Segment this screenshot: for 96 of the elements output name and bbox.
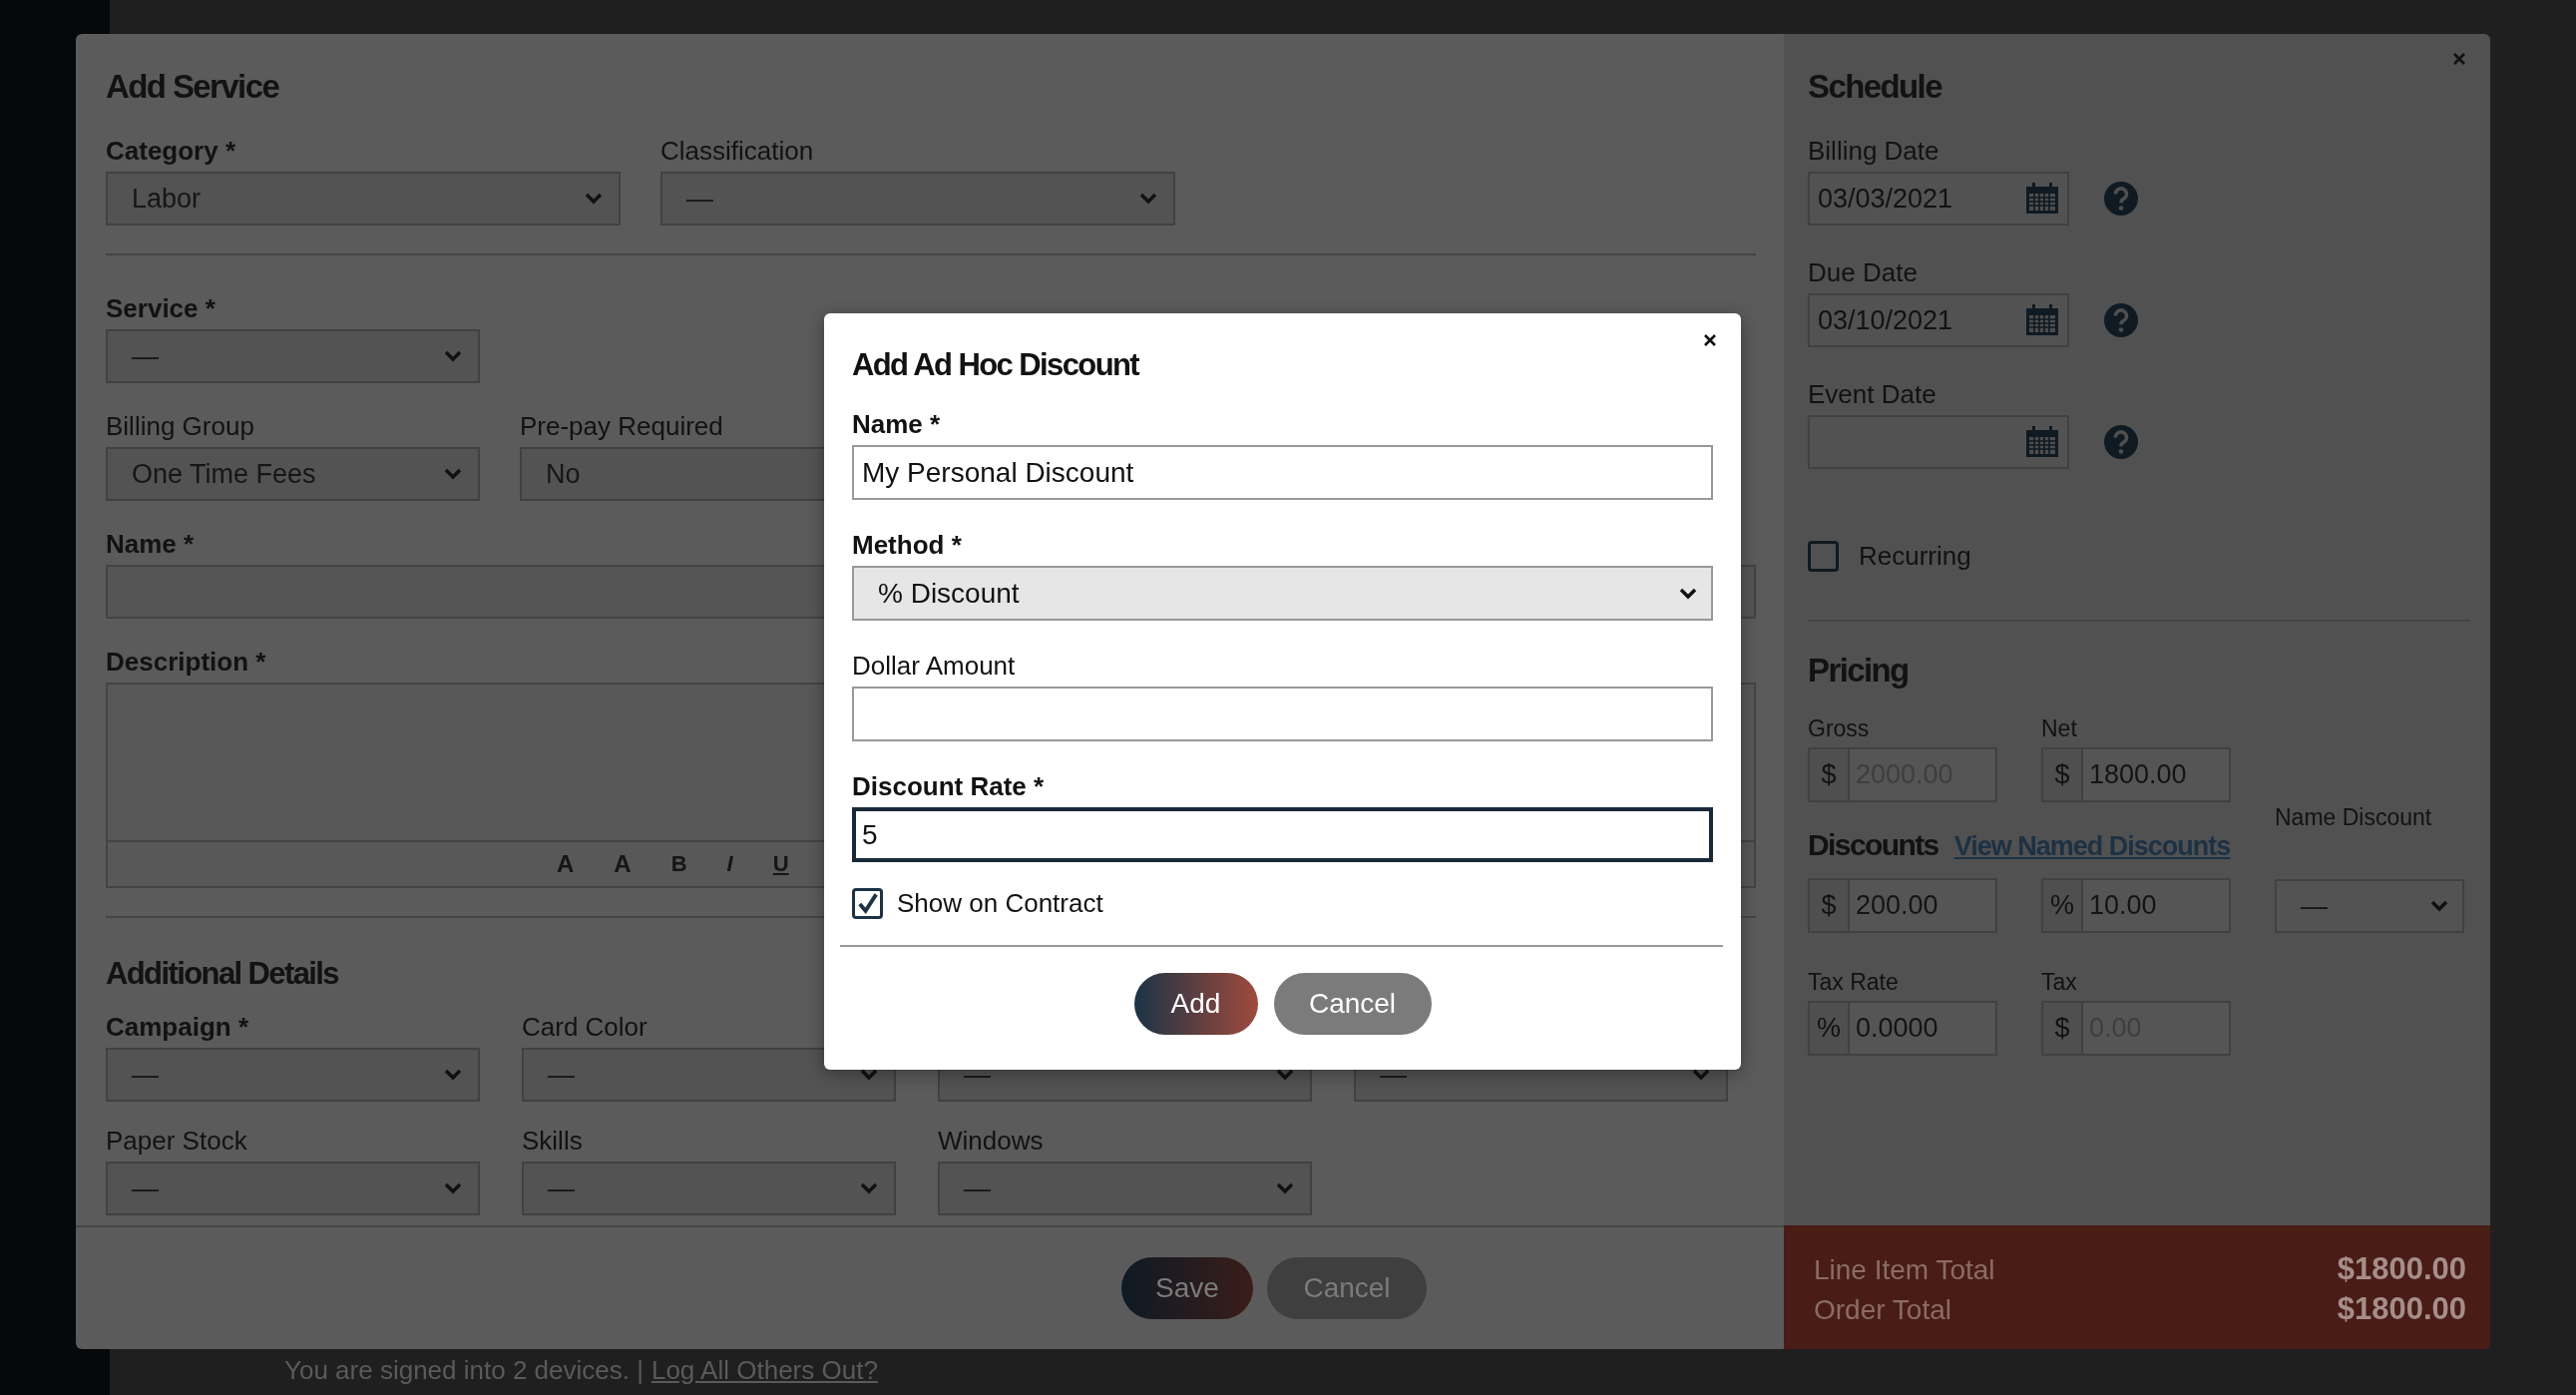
- chevron-down-icon: [444, 350, 462, 362]
- cancel-button[interactable]: Cancel: [1273, 973, 1432, 1035]
- help-icon[interactable]: [2103, 424, 2139, 460]
- calendar-icon[interactable]: [2025, 304, 2059, 336]
- checkbox-label: Recurring: [1859, 541, 1971, 572]
- field-label: Category *: [106, 136, 236, 166]
- checkbox-label: Show on Contract: [897, 888, 1103, 919]
- dropdown[interactable]: —: [522, 1048, 896, 1102]
- checkbox[interactable]: [852, 888, 883, 919]
- section-heading: Additional Details: [106, 956, 338, 992]
- dropdown[interactable]: —: [660, 172, 1175, 226]
- field-label: Method *: [852, 530, 962, 560]
- unit-label: $: [2043, 1003, 2083, 1054]
- field-label: Service *: [106, 293, 215, 323]
- dropdown[interactable]: —: [2275, 879, 2464, 933]
- cancel-button[interactable]: Cancel: [1267, 1257, 1427, 1319]
- field-label: Discount Rate *: [852, 771, 1045, 801]
- log-out-others-link[interactable]: Log All Others Out?: [650, 1355, 878, 1386]
- total-value: $1800.00: [2337, 1251, 2466, 1287]
- text-input[interactable]: [852, 687, 1713, 741]
- dropdown[interactable]: —: [106, 329, 480, 383]
- unit-label: %: [2043, 880, 2083, 931]
- checkbox[interactable]: [1808, 541, 1839, 572]
- chevron-down-icon: [1276, 1182, 1294, 1194]
- field-label: Description *: [106, 647, 266, 677]
- field-label: Gross: [1808, 714, 1870, 743]
- field-label: Campaign *: [106, 1012, 249, 1042]
- font-size-button[interactable]: A: [557, 850, 575, 878]
- field-label: Billing Group: [106, 411, 254, 441]
- chevron-down-icon: [1139, 193, 1157, 205]
- field-label: Skills: [522, 1126, 583, 1156]
- bold-button[interactable]: B: [670, 851, 687, 877]
- field-label: Pre-pay Required: [520, 411, 723, 441]
- unit-label: $: [1810, 880, 1850, 931]
- unit-label: %: [1810, 1003, 1850, 1054]
- dropdown[interactable]: —: [522, 1162, 896, 1215]
- total-label: Order Total: [1814, 1294, 1951, 1326]
- chevron-down-icon: [860, 1069, 878, 1081]
- text-input[interactable]: 5: [852, 807, 1713, 862]
- dropdown[interactable]: % Discount: [852, 566, 1713, 621]
- field-label: Name *: [106, 529, 195, 559]
- section-heading: Pricing: [1808, 652, 1909, 690]
- save-button[interactable]: Save: [1121, 1257, 1253, 1319]
- field-label: Due Date: [1808, 257, 1918, 287]
- total-label: Line Item Total: [1814, 1254, 1995, 1286]
- chevron-down-icon: [585, 193, 603, 205]
- add-button[interactable]: Add: [1133, 973, 1258, 1035]
- help-icon[interactable]: [2103, 181, 2139, 217]
- date-field[interactable]: 03/10/2021: [1808, 293, 2069, 347]
- calendar-icon[interactable]: [2025, 426, 2059, 458]
- field-label: Net: [2041, 714, 2077, 743]
- date-field[interactable]: 03/03/2021: [1808, 172, 2069, 226]
- chevron-down-icon: [1276, 1069, 1294, 1081]
- field-label: Classification: [660, 136, 814, 166]
- field-label: Windows: [938, 1126, 1044, 1156]
- unit-label: $: [1810, 749, 1850, 800]
- chevron-down-icon: [1692, 1069, 1710, 1081]
- field-label: Tax: [2041, 968, 2077, 997]
- field-label: Name Discount: [2275, 803, 2432, 832]
- text-input[interactable]: My Personal Discount: [852, 445, 1713, 500]
- dropdown[interactable]: —: [106, 1162, 480, 1215]
- chevron-down-icon: [860, 1182, 878, 1194]
- amount-field[interactable]: % 0.0000: [1808, 1001, 1997, 1056]
- modal-title: Add Service: [106, 68, 279, 106]
- font-size-button[interactable]: A: [614, 850, 632, 878]
- chevron-down-icon: [444, 468, 462, 480]
- calendar-icon[interactable]: [2025, 183, 2059, 215]
- field-label: Paper Stock: [106, 1126, 247, 1156]
- dropdown[interactable]: Labor: [106, 172, 621, 226]
- close-icon[interactable]: [1703, 333, 1717, 347]
- underline-button[interactable]: U: [772, 851, 789, 877]
- field-label: Billing Date: [1808, 136, 1939, 166]
- field-label: Tax Rate: [1808, 968, 1899, 997]
- section-heading: Schedule: [1808, 68, 1941, 106]
- dropdown[interactable]: —: [938, 1162, 1312, 1215]
- field-label: Card Color: [522, 1012, 647, 1042]
- dialog-title: Add Ad Hoc Discount: [852, 347, 1139, 383]
- unit-label: $: [2043, 749, 2083, 800]
- chevron-down-icon: [444, 1182, 462, 1194]
- signed-in-notice: You are signed into 2 devices. |: [284, 1355, 644, 1386]
- chevron-down-icon: [444, 1069, 462, 1081]
- amount-field[interactable]: % 10.00: [2041, 878, 2231, 933]
- dropdown[interactable]: One Time Fees: [106, 447, 480, 501]
- amount-field[interactable]: $ 1800.00: [2041, 747, 2231, 802]
- italic-button[interactable]: I: [726, 851, 733, 877]
- chevron-down-icon: [2430, 900, 2448, 912]
- field-label: Name *: [852, 409, 941, 439]
- date-field[interactable]: [1808, 415, 2069, 469]
- help-icon[interactable]: [2103, 302, 2139, 338]
- field-label: Dollar Amount: [852, 651, 1016, 681]
- field-label: Event Date: [1808, 379, 1936, 409]
- chevron-down-icon: [1679, 587, 1697, 600]
- total-value: $1800.00: [2337, 1291, 2466, 1327]
- section-heading: Discounts: [1808, 828, 1938, 862]
- dropdown[interactable]: —: [106, 1048, 480, 1102]
- amount-field[interactable]: $ 200.00: [1808, 878, 1997, 933]
